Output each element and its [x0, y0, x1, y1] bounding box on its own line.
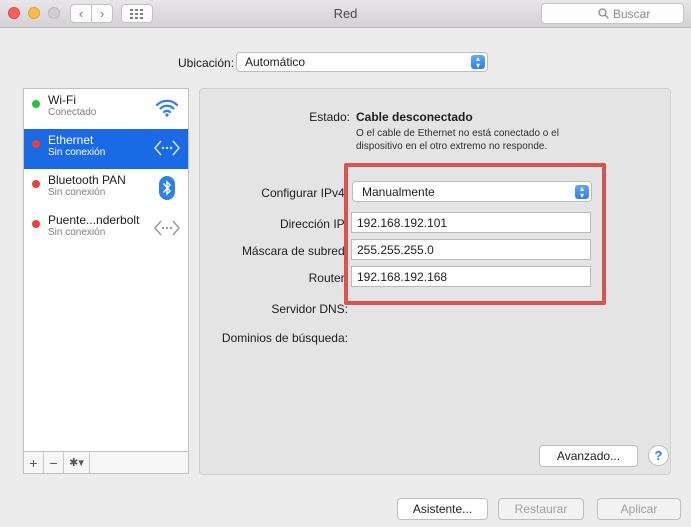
highlight-box	[344, 163, 606, 305]
sidebar-toolbar: + − ✱▾	[23, 452, 189, 474]
location-select[interactable]: Automático ▴ ▾	[236, 52, 488, 72]
add-service-button[interactable]: +	[24, 452, 44, 473]
service-list[interactable]: Wi-Fi Conectado Ethernet Sin conexión Bl…	[23, 88, 189, 452]
ip-address-label: Dirección IP:	[279, 217, 348, 231]
popup-arrows-icon: ▴ ▾	[471, 55, 485, 70]
status-dot-disconnected	[32, 180, 40, 188]
thunderbolt-bridge-icon	[154, 215, 180, 241]
remove-service-button[interactable]: −	[44, 452, 64, 473]
state-value: Cable desconectado	[356, 110, 473, 124]
location-value: Automático	[245, 55, 306, 69]
apply-button[interactable]: Aplicar	[597, 498, 681, 520]
status-dot-disconnected	[32, 220, 40, 228]
title-bar: ‹ › Red Buscar	[0, 0, 691, 28]
status-dot-connected	[32, 100, 40, 108]
dns-server-label: Servidor DNS:	[271, 302, 348, 316]
assistant-button[interactable]: Asistente...	[397, 498, 488, 520]
service-item-thunderbolt-bridge[interactable]: Puente...nderbolt Sin conexión	[24, 209, 188, 249]
service-item-wifi[interactable]: Wi-Fi Conectado	[24, 89, 188, 129]
search-placeholder: Buscar	[613, 6, 651, 21]
wifi-icon	[154, 95, 180, 121]
service-item-ethernet[interactable]: Ethernet Sin conexión	[24, 129, 188, 169]
help-button[interactable]: ?	[648, 445, 669, 466]
service-item-bluetooth-pan[interactable]: Bluetooth PAN Sin conexión	[24, 169, 188, 209]
router-label: Router:	[308, 271, 348, 285]
location-label: Ubicación:	[178, 56, 235, 70]
search-domains-label: Dominios de búsqueda:	[221, 331, 348, 345]
state-description: O el cable de Ethernet no está conectado…	[356, 128, 559, 152]
subnet-mask-label: Máscara de subred:	[241, 244, 348, 258]
search-field[interactable]: Buscar	[541, 3, 684, 24]
bluetooth-icon	[154, 175, 180, 201]
state-label: Estado:	[309, 110, 350, 124]
ipv4-label: Configurar IPv4:	[261, 186, 348, 200]
advanced-button[interactable]: Avanzado...	[539, 445, 638, 467]
revert-button[interactable]: Restaurar	[498, 498, 584, 520]
status-dot-disconnected	[32, 140, 40, 148]
search-icon	[598, 8, 609, 19]
gear-icon[interactable]: ✱▾	[64, 452, 90, 473]
ethernet-icon	[154, 135, 180, 161]
